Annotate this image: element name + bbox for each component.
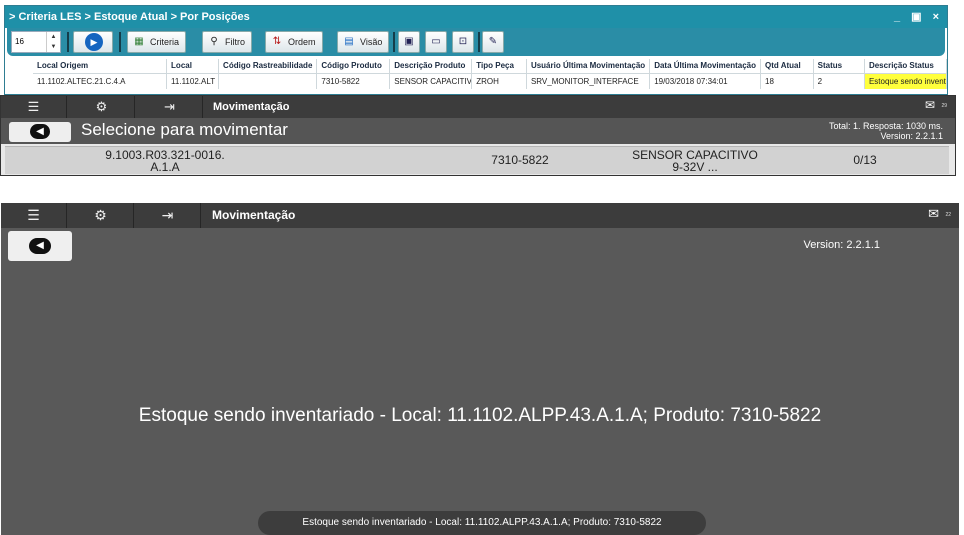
table-cell: SRV_MONITOR_INTERFACE [526,73,651,89]
grid-toolbar: 16 ▲ ▼ ▶ ▦ Criteria ⚲ Filtro ⇅ Ordem ▤ Vi… [7,28,945,56]
estoque-table: Local Origem Local Código Rastreabilidad… [33,59,948,89]
table-cell: ZROH [471,73,527,89]
column-header[interactable]: Descrição Produto [389,59,473,74]
table-cell: 7310-5822 [316,73,391,89]
table-cell: 11.1102.ALTEC.21.C.4.A [33,73,168,89]
app-title: Movimentação [213,101,290,113]
table-cell [218,73,318,89]
column-header[interactable]: Local [166,59,220,74]
back-arrow-icon: ◀ [29,238,51,254]
refresh-icon[interactable]: ⊡ [452,31,474,53]
tools-icon[interactable]: ✎ [482,31,504,53]
column-header[interactable]: Descrição Status [864,59,948,74]
list-heading: Selecione para movimentar [81,120,288,139]
movimentacao-list-screen: ☰ ⚙ ⇥ Movimentação ✉ 29 ◀ Selecione para… [0,95,956,176]
breadcrumb: > Criteria LES > Estoque Atual > Por Pos… [9,11,250,23]
table-row[interactable]: 11.1102.ALTEC.21.C.4.A 11.1102.ALT 7310-… [33,73,948,89]
export-icon[interactable]: ▣ [398,31,420,53]
visao-label: Visão [360,37,383,47]
table-cell: SENSOR CAPACITIVO [389,73,473,89]
message-icon[interactable]: ✉ [925,98,935,112]
toolbar-divider [119,32,121,52]
window-title-bar: > Criteria LES > Estoque Atual > Por Pos… [5,6,947,28]
list-item[interactable]: 9.1003.R03.321-0016. A.1.A 7310-5822 SEN… [5,146,949,174]
column-header[interactable]: Usuário Última Movimentação [526,59,651,74]
description-line: 9-32V ... [672,160,718,174]
toolbar-divider [478,32,480,52]
item-quantity: 0/13 [853,153,877,167]
notification-count: 29 [941,103,947,109]
column-header[interactable]: Código Produto [316,59,391,74]
save-icon[interactable]: ▭ [425,31,447,53]
item-location: 9.1003.R03.321-0016. A.1.A [75,149,255,173]
message-icon[interactable]: ✉ [928,206,939,222]
back-arrow-icon: ◀ [30,124,50,139]
movimentacao-detail-screen: ☰ ⚙ ⇥ Movimentação ✉ 22 ◀ Version: 2.2.1… [1,203,959,535]
settings-gear-icon[interactable]: ⚙ [69,96,135,118]
toolbar-divider [393,32,395,52]
item-description: SENSOR CAPACITIVO 9-32V ... [595,149,795,173]
column-header[interactable]: Código Rastreabilidade [218,59,318,74]
settings-gear-icon[interactable]: ⚙ [68,203,134,228]
estoque-window: > Criteria LES > Estoque Atual > Por Pos… [4,5,948,95]
login-icon[interactable]: ⇥ [135,203,201,228]
filter-icon: ⚲ [210,36,218,47]
app-top-bar: ☰ ⚙ ⇥ Movimentação ✉ 22 [1,203,959,228]
login-icon[interactable]: ⇥ [137,96,203,118]
app-top-bar: ☰ ⚙ ⇥ Movimentação ✉ 29 [1,96,955,118]
app-title: Movimentação [212,208,296,222]
column-header[interactable]: Data Última Movimentação [649,59,761,74]
page-size-spinner[interactable]: 16 ▲ ▼ [11,31,61,53]
list-header: ◀ Selecione para movimentar Total: 1. Re… [1,118,955,144]
back-button[interactable]: ◀ [9,122,71,142]
criteria-button[interactable]: ▦ Criteria [127,31,187,53]
column-header[interactable]: Status [813,59,865,74]
filtro-button[interactable]: ⚲ Filtro [202,31,252,53]
toolbar-divider [67,32,69,52]
column-header[interactable]: Qtd Atual [760,59,814,74]
version-label: Version: 2.2.1.1 [803,239,880,251]
run-button[interactable]: ▶ [73,31,113,53]
criteria-icon: ▦ [134,36,144,47]
inventory-message: Estoque sendo inventariado - Local: 11.1… [138,405,822,426]
table-cell: 19/03/2018 07:34:01 [649,73,761,89]
total-line: Total: 1. Resposta: 1030 ms. [828,121,943,131]
back-button[interactable]: ◀ [8,231,72,261]
page-size-value: 16 [15,37,24,46]
spinner-arrows-icon[interactable]: ▲ ▼ [46,32,60,52]
item-product: 7310-5822 [491,153,549,167]
table-cell: 2 [813,73,865,89]
status-description-cell: Estoque sendo invent [864,73,948,89]
visao-button[interactable]: ▤ Visão [337,31,390,53]
view-icon: ▤ [344,36,354,47]
column-header[interactable]: Tipo Peça [471,59,527,74]
table-cell: 11.1102.ALT [166,73,220,89]
version-line: Version: 2.2.1.1 [880,131,943,141]
column-header[interactable]: Local Origem [33,59,168,74]
ordem-button[interactable]: ⇅ Ordem [265,31,323,53]
criteria-label: Criteria [150,37,180,47]
filtro-label: Filtro [225,37,245,47]
response-info: Total: 1. Resposta: 1030 ms. Version: 2.… [829,121,943,141]
play-icon: ▶ [85,33,103,51]
table-cell: 18 [760,73,814,89]
menu-icon[interactable]: ☰ [1,203,67,228]
ordem-label: Ordem [288,37,316,47]
table-header-row: Local Origem Local Código Rastreabilidad… [33,59,948,74]
sort-icon: ⇅ [272,36,282,47]
window-controls[interactable]: _ ▣ × [894,6,943,28]
toast-notification: Estoque sendo inventariado - Local: 11.1… [258,511,706,535]
menu-icon[interactable]: ☰ [1,96,67,118]
notification-count: 22 [945,212,951,218]
location-line: A.1.A [150,160,180,174]
